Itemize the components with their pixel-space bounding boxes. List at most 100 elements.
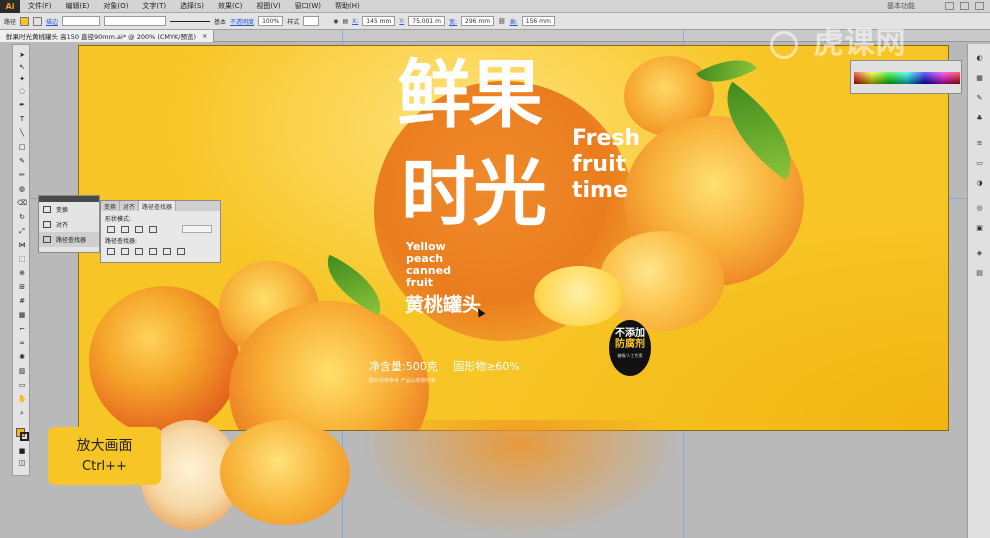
height-input[interactable]: 156 mm [521, 16, 555, 26]
watermark-text: 虎课网 [813, 26, 907, 61]
dock-item-pathfinder[interactable]: 路径查找器 [39, 232, 99, 247]
gradient-panel-icon[interactable]: ▭ [974, 159, 985, 168]
gradient-tool-icon[interactable]: ▦ [17, 311, 27, 319]
graphic-styles-icon[interactable]: ▣ [974, 224, 985, 233]
menu-view[interactable]: 视图(V) [256, 1, 280, 11]
opacity-input[interactable]: 100% [258, 16, 284, 26]
minimize-icon[interactable] [945, 2, 954, 10]
brushes-icon[interactable]: ✎ [974, 94, 985, 103]
menu-select[interactable]: 选择(S) [180, 1, 204, 11]
peach-slice-image [220, 420, 350, 525]
rotate-tool-icon[interactable]: ↻ [17, 213, 27, 221]
symbols-icon[interactable]: ♣ [974, 114, 985, 123]
pencil-icon[interactable]: ✏ [17, 171, 27, 179]
color-spectrum[interactable] [854, 72, 960, 84]
paintbrush-icon[interactable]: ✎ [17, 157, 27, 165]
tab-close-icon[interactable]: × [202, 32, 207, 40]
menu-help[interactable]: 帮助(H) [335, 1, 360, 11]
minus-front-icon[interactable] [121, 226, 129, 233]
perspective-grid-icon[interactable]: ⊞ [17, 283, 27, 291]
blend-tool-icon[interactable]: ∞ [17, 339, 27, 347]
dock-item-align[interactable]: 对齐 [39, 217, 99, 232]
line-tool-icon[interactable]: ╲ [17, 129, 27, 137]
selection-tool-icon[interactable]: ➤ [17, 51, 27, 59]
color-mode-icon[interactable]: ■ [17, 447, 27, 455]
tab-transform[interactable]: 变换 [101, 201, 121, 211]
menu-type[interactable]: 文字(T) [142, 1, 166, 11]
subtitle-line: fruit [406, 276, 434, 289]
minus-back-icon[interactable] [177, 248, 185, 255]
graph-tool-icon[interactable]: ▥ [17, 367, 27, 375]
lasso-icon[interactable]: ◌ [17, 87, 27, 95]
brush-stroke-preview [170, 20, 211, 22]
exclude-icon[interactable] [149, 226, 157, 233]
eraser-icon[interactable]: ⌫ [17, 199, 27, 207]
outline-icon[interactable] [163, 248, 171, 255]
menu-file[interactable]: 文件(F) [28, 1, 52, 11]
intersect-icon[interactable] [135, 226, 143, 233]
collapsed-panel-dock: 变换 对齐 路径查找器 [38, 195, 100, 253]
width-input[interactable]: 296 mm [461, 16, 495, 26]
symbol-sprayer-icon[interactable]: ✺ [17, 353, 27, 361]
blob-brush-icon[interactable]: ◍ [17, 185, 27, 193]
direct-selection-tool-icon[interactable]: ↖ [17, 63, 27, 71]
divide-icon[interactable] [107, 248, 115, 255]
stroke-color-swatch[interactable] [20, 432, 29, 441]
eyedropper-icon[interactable]: ⌐ [17, 325, 27, 333]
scale-tool-icon[interactable]: ⤢ [17, 227, 27, 235]
mesh-tool-icon[interactable]: # [17, 297, 27, 305]
magic-wand-icon[interactable]: ✦ [17, 75, 27, 83]
menu-effect[interactable]: 效果(C) [218, 1, 242, 11]
tab-align[interactable]: 对齐 [120, 201, 140, 211]
badge-line-3: 糖精/人工色素 [617, 353, 643, 358]
artboards-icon[interactable]: ▤ [974, 269, 985, 278]
unite-icon[interactable] [107, 226, 115, 233]
layers-icon[interactable]: ◈ [974, 249, 985, 258]
x-input[interactable]: 145 mm [362, 16, 396, 26]
recolor-icon[interactable]: ◉ [333, 18, 338, 25]
hand-tool-icon[interactable]: ✋ [17, 395, 27, 403]
menu-edit[interactable]: 编辑(E) [66, 1, 90, 11]
pen-tool-icon[interactable]: ✒ [17, 101, 27, 109]
stroke-panel-icon[interactable]: ≡ [974, 139, 985, 148]
fill-swatch[interactable] [20, 16, 30, 26]
pathfinder-icon [43, 236, 51, 243]
y-input[interactable]: 75.001 m [408, 16, 445, 26]
english-subtitle: Yellow peach canned fruit [406, 241, 451, 289]
style-dropdown[interactable] [303, 16, 320, 26]
align-icon[interactable]: ▤ [342, 18, 348, 25]
draw-mode-icon[interactable]: ◫ [17, 459, 27, 467]
menu-window[interactable]: 窗口(W) [295, 1, 321, 11]
product-name[interactable]: 黄桃罐头 [405, 290, 481, 317]
brush-style-label[interactable]: 基本 [214, 17, 226, 26]
appearance-icon[interactable]: ◎ [974, 204, 985, 213]
free-transform-icon[interactable]: ⬚ [17, 255, 27, 263]
dock-item-transform[interactable]: 变换 [39, 202, 99, 217]
shape-builder-icon[interactable]: ⊕ [17, 269, 27, 277]
zoom-tool-icon[interactable]: ⌕ [17, 409, 27, 417]
trim-icon[interactable] [121, 248, 129, 255]
tab-pathfinder[interactable]: 路径查找器 [139, 201, 177, 211]
type-tool-icon[interactable]: T [17, 115, 27, 123]
merge-icon[interactable] [135, 248, 143, 255]
color-panel-icon[interactable]: ◐ [974, 54, 985, 63]
menu-object[interactable]: 对象(O) [103, 1, 128, 11]
close-icon[interactable] [975, 2, 984, 10]
illustrator-window: Ai 文件(F) 编辑(E) 对象(O) 文字(T) 选择(S) 效果(C) 视… [0, 0, 990, 538]
stroke-swatch[interactable] [33, 16, 43, 26]
stroke-weight-dropdown[interactable] [62, 16, 101, 26]
opacity-label[interactable]: 不透明度 [230, 17, 254, 26]
transparency-icon[interactable]: ◑ [974, 179, 985, 188]
stroke-label[interactable]: 描边 [46, 17, 58, 26]
artboard-tool-icon[interactable]: ▭ [17, 381, 27, 389]
workspace-switcher[interactable]: 基本功能 [887, 1, 915, 11]
swatches-icon[interactable]: ▦ [974, 74, 985, 83]
maximize-icon[interactable] [960, 2, 969, 10]
variable-width-dropdown[interactable] [104, 16, 167, 26]
width-tool-icon[interactable]: ⋈ [17, 241, 27, 249]
expand-button[interactable] [182, 225, 212, 233]
crop-icon[interactable] [149, 248, 157, 255]
rectangle-tool-icon[interactable]: □ [17, 143, 27, 151]
document-tab[interactable]: 鲜果时光黄桃罐头 高150 直径90mm.ai* @ 200% (CMYK/预览… [0, 30, 215, 42]
link-proportions-icon[interactable]: ⛓ [498, 18, 506, 25]
